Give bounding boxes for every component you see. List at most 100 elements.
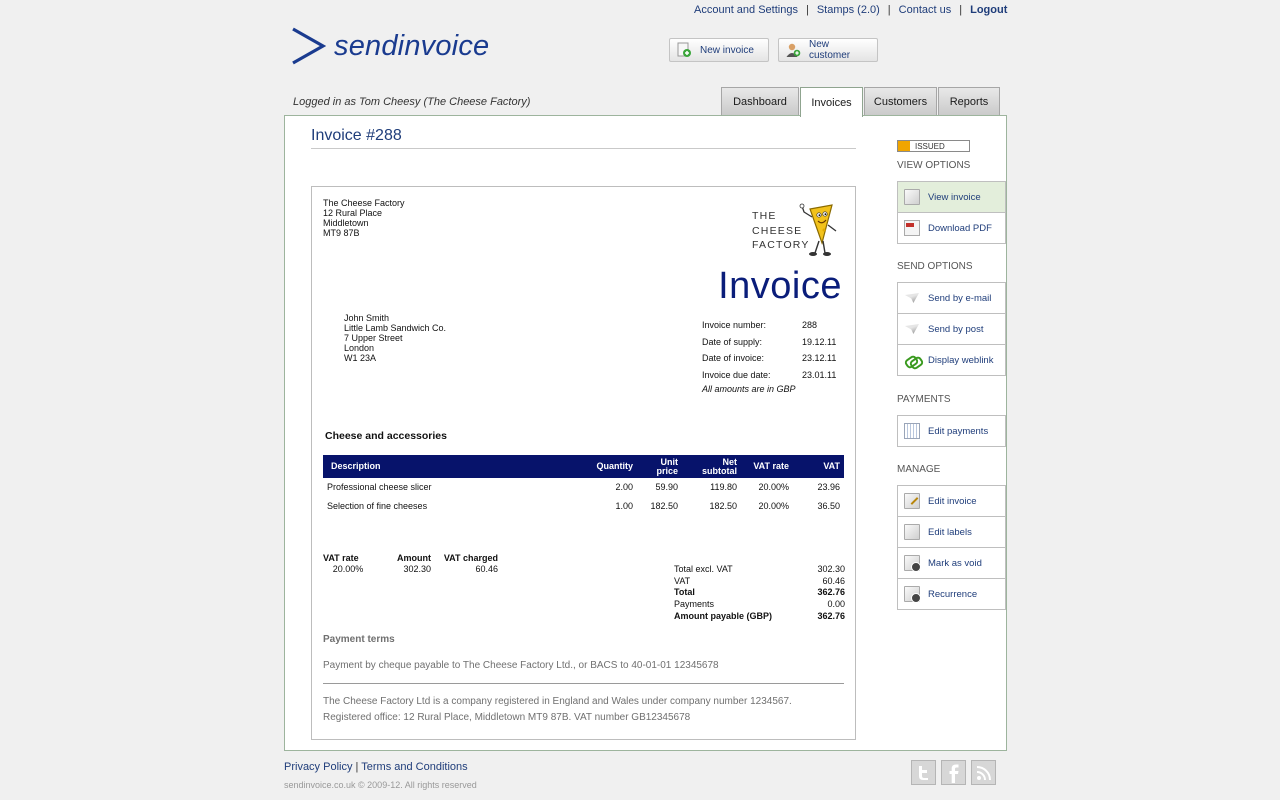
mark-as-void-button[interactable]: Mark as void (898, 548, 1005, 579)
total-value: 60.46 (822, 575, 845, 586)
separator: | (805, 4, 809, 16)
vat-row: 20.00% 302.30 60.46 (323, 563, 498, 574)
total-label: Payments (674, 599, 715, 610)
logo-text: sendinvoice (334, 29, 490, 62)
new-customer-label: New customer (809, 39, 851, 61)
total-label: Amount payable (GBP) (674, 611, 773, 622)
tab-reports[interactable]: Reports (938, 87, 1000, 116)
meta-label: Date of invoice: (702, 353, 765, 364)
logout-link[interactable]: Logout (970, 4, 1007, 16)
section-title: Cheese and accessories (325, 430, 447, 442)
column-header: Unit price (656, 456, 678, 476)
edit-labels-button[interactable]: Edit labels (898, 517, 1005, 548)
main-tabs: Dashboard Invoices Customers Reports (721, 87, 1001, 117)
meta-value: 19.12.11 (802, 336, 837, 347)
column-header: VAT (823, 461, 840, 471)
send-options-heading: SEND OPTIONS (897, 261, 973, 272)
terms-link[interactable]: Terms and Conditions (361, 761, 467, 773)
view-invoice-button[interactable]: View invoice (898, 182, 1005, 213)
vat-column-header: VAT charged (443, 552, 498, 563)
column-header: Description (331, 461, 381, 471)
tab-customers[interactable]: Customers (864, 87, 937, 116)
tab-dashboard[interactable]: Dashboard (721, 87, 799, 116)
main-panel: Invoice #288 The Cheese Factory 12 Rural… (284, 115, 1007, 751)
total-row: Total 362.76 (674, 587, 845, 599)
invoice-document: The Cheese Factory 12 Rural Place Middle… (311, 186, 856, 740)
column-header: Quantity (596, 461, 633, 471)
total-row: Amount payable (GBP) 362.76 (674, 610, 845, 622)
vat-cell: 302.30 (403, 563, 431, 574)
manage-heading: MANAGE (897, 464, 941, 475)
view-options-group: View invoice Download PDF (897, 181, 1006, 244)
meta-value: 23.12.11 (802, 353, 837, 364)
paper-plane-icon (904, 290, 920, 306)
side-item-label: Edit payments (928, 425, 989, 437)
paper-plane-icon (904, 321, 920, 337)
link-icon (904, 352, 920, 368)
edit-payments-button[interactable]: Edit payments (898, 416, 1005, 447)
table-cell: 119.80 (710, 482, 737, 493)
total-label: Total excl. VAT (674, 563, 733, 574)
send-post-button[interactable]: Send by post (898, 314, 1005, 345)
side-item-label: Mark as void (928, 557, 982, 569)
send-options-group: Send by e-mail Send by post Display webl… (897, 282, 1006, 376)
side-item-label: Edit labels (928, 526, 972, 538)
payment-terms-text: Payment by cheque payable to The Cheese … (323, 660, 719, 671)
status-swatch (898, 141, 910, 151)
display-weblink-button[interactable]: Display weblink (898, 345, 1005, 376)
meta-row: Invoice number: 288 (702, 317, 847, 334)
vat-column-header: VAT rate (323, 552, 359, 563)
contact-us-link[interactable]: Contact us (899, 4, 952, 16)
twitter-icon[interactable] (911, 760, 936, 785)
document-icon (904, 189, 920, 205)
download-pdf-button[interactable]: Download PDF (898, 213, 1005, 244)
side-item-label: Recurrence (928, 588, 978, 600)
status-badge: ISSUED (897, 140, 970, 152)
total-value: 0.00 (827, 599, 845, 610)
recurrence-button[interactable]: Recurrence (898, 579, 1005, 610)
separator: | (355, 761, 359, 773)
recipient-line: W1 23A (344, 353, 377, 363)
line-items-table: Description Quantity Unit price Net subt… (323, 455, 844, 515)
table-cell: 182.50 (650, 500, 678, 511)
side-item-label: Display weblink (928, 354, 994, 366)
sendinvoice-logo[interactable]: sendinvoice (290, 24, 489, 68)
account-settings-link[interactable]: Account and Settings (694, 4, 798, 16)
separator: | (959, 4, 963, 16)
edit-document-icon (904, 493, 920, 509)
side-item-label: Send by post (928, 323, 984, 335)
side-item-label: Download PDF (928, 222, 992, 234)
table-cell: 182.50 (709, 500, 737, 511)
table-cell: 2.00 (615, 482, 633, 493)
cheese-factory-logo: THE CHEESE FACTORY (752, 203, 842, 259)
edit-invoice-button[interactable]: Edit invoice (898, 486, 1005, 517)
table-cell: Professional cheese slicer (327, 482, 432, 493)
table-row: Professional cheese slicer 2.00 59.90 11… (323, 478, 844, 497)
tab-invoices[interactable]: Invoices (800, 87, 863, 117)
payments-group: Edit payments (897, 415, 1006, 447)
new-customer-button[interactable]: New customer (778, 38, 878, 62)
send-email-button[interactable]: Send by e-mail (898, 283, 1005, 314)
sender-address: The Cheese Factory 12 Rural Place Middle… (323, 198, 405, 238)
view-options-heading: VIEW OPTIONS (897, 160, 971, 171)
meta-label: Invoice number: (702, 320, 767, 331)
table-row: Selection of fine cheeses 1.00 182.50 18… (323, 497, 844, 516)
table-cell: Selection of fine cheeses (327, 500, 428, 511)
privacy-policy-link[interactable]: Privacy Policy (284, 761, 352, 773)
side-item-label: Edit invoice (928, 495, 977, 507)
side-item-label: Send by e-mail (928, 292, 992, 304)
meta-row: Date of supply: 19.12.11 (702, 334, 847, 351)
stamps-link[interactable]: Stamps (2.0) (817, 4, 880, 16)
document-divider (323, 683, 844, 684)
calculator-icon (904, 423, 920, 439)
manage-group: Edit invoice Edit labels Mark as void Re… (897, 485, 1006, 610)
recipient-line: London (344, 343, 375, 353)
rss-icon[interactable] (971, 760, 996, 785)
registration-line: Registered office: 12 Rural Place, Middl… (323, 711, 691, 723)
vat-summary-table: VAT rate Amount VAT charged 20.00% 302.3… (323, 552, 498, 574)
facebook-icon[interactable] (941, 760, 966, 785)
new-invoice-button[interactable]: New invoice (669, 38, 769, 62)
registration-line: The Cheese Factory Ltd is a company regi… (323, 696, 792, 707)
vat-column-header: Amount (397, 552, 431, 563)
sender-line: MT9 87B (323, 228, 360, 238)
